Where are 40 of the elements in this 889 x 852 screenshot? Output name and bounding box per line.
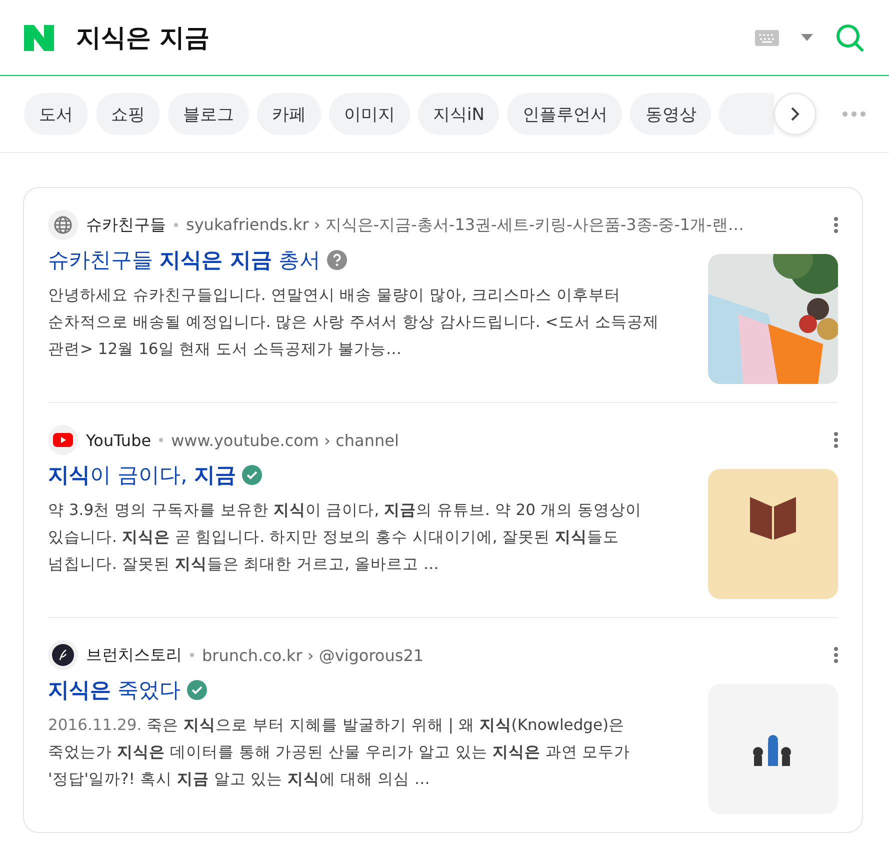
result-snippet: 안녕하세요 슈카친구들입니다. 연말연시 배송 물량이 많아, 크리스마스 이후부터 순차적으로 배송될 예정입니다. 많은 사랑 주셔서 항상 감사드립니다. <도서 소득공제 관련> 12월 16일 현재 도서 소득공제가 불가능… <box>48 285 660 360</box>
logo-icon[interactable] <box>24 24 54 50</box>
keyboard-icon[interactable] <box>755 30 779 46</box>
verified-icon <box>186 680 207 700</box>
play-icon <box>53 433 73 447</box>
result-title[interactable]: 슈카친구들 지식은 지금 총서 <box>48 246 321 274</box>
site-url[interactable]: www.youtube.com › channel <box>171 430 826 450</box>
site-url[interactable]: syukafriends.kr › 지식은-지금-총서-13권-세트-키링-사은품-3종-중-1개-랜… <box>186 214 826 236</box>
result-snippet: 약 3.9천 명의 구독자를 보유한 지식이 금이다, 지금의 유튜브. 약 20 개의 동영상이 있습니다. 지식은 곧 힘입니다. 하지만 정보의 홍수 시대이기에, 잘못된 지식들도 넘칩니다. 잘못된 지식들은 최대한 거르고, 올바르고 … <box>48 500 642 575</box>
help-icon[interactable] <box>326 250 347 270</box>
site-name[interactable]: 슈카친구들 <box>86 214 166 236</box>
category-tab[interactable] <box>719 93 774 135</box>
more-icon[interactable] <box>834 647 838 663</box>
category-tab[interactable]: 이미지 <box>329 93 410 135</box>
category-tab[interactable]: 쇼핑 <box>96 93 160 135</box>
result-title[interactable]: 지식이 금이다, 지금 <box>48 461 236 489</box>
more-icon[interactable] <box>834 217 838 233</box>
category-tab[interactable]: 지식iN <box>418 93 500 135</box>
site-name[interactable]: YouTube <box>86 430 152 450</box>
site-url[interactable]: brunch.co.kr › @vigorous21 <box>202 646 826 664</box>
category-tab[interactable]: 도서 <box>24 93 88 135</box>
site-name[interactable]: 브런치스토리 <box>86 644 182 666</box>
next-button[interactable] <box>774 93 816 135</box>
separator-dot-icon <box>174 223 178 227</box>
separator-dot-icon <box>159 438 164 442</box>
search-icon[interactable] <box>835 22 865 52</box>
verified-icon <box>242 465 262 485</box>
separator-dot-icon <box>190 653 194 657</box>
globe-icon <box>53 215 73 235</box>
result-snippet: 2016.11.29. 죽은 지식으로 부터 지혜를 발굴하기 위해 | 왜 지식(Knowledge)은 죽었는가 지식은 데이터를 통해 가공된 산물 우리가 알고 있는 지식은 과연 모두가 '정답'일까?! 혹시 지금 알고 있는 지식에 대해 의심 … <box>48 715 632 790</box>
more-icon[interactable] <box>834 432 838 448</box>
result-title[interactable]: 지식은 죽었다 <box>48 676 181 704</box>
category-tab[interactable]: 동영상 <box>630 93 712 135</box>
search-query[interactable]: 지식은 지금 <box>76 21 733 54</box>
category-tab[interactable]: 블로그 <box>168 93 249 135</box>
category-tab[interactable]: 카페 <box>257 93 321 135</box>
chevron-icon <box>790 106 800 122</box>
category-tab[interactable]: 인플루언서 <box>507 93 622 135</box>
more-icon[interactable] <box>842 111 866 117</box>
caret-icon[interactable] <box>801 34 813 42</box>
